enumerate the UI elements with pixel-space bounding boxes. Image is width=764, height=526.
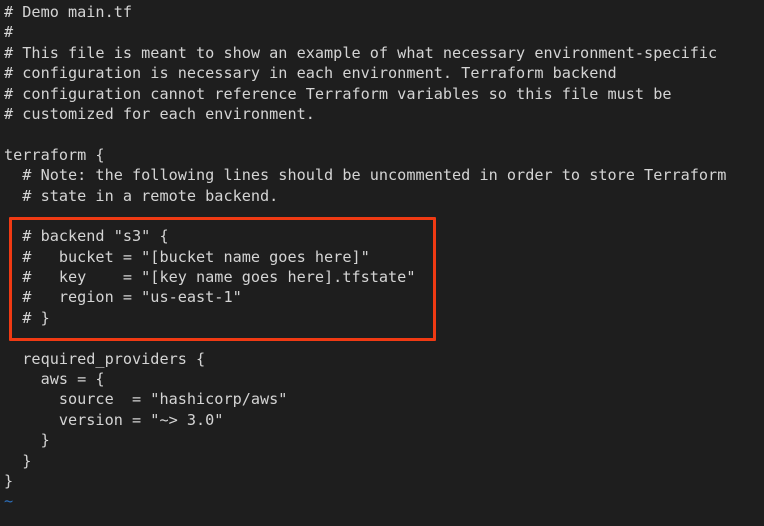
code-line: source = "hashicorp/aws" [4, 390, 288, 409]
terminal-editor-screen: # Demo main.tf # # This file is meant to… [0, 0, 764, 526]
empty-line-marker: ~ [4, 492, 14, 511]
code-line: # configuration is necessary in each env… [4, 64, 617, 83]
code-line: # [4, 23, 14, 42]
code-line: # state in a remote backend. [4, 186, 279, 205]
code-line: # } [4, 308, 50, 327]
code-line: # configuration cannot reference Terrafo… [4, 84, 672, 103]
code-line: } [4, 471, 14, 490]
code-line: } [4, 451, 32, 470]
code-line: # backend "s3" { [4, 227, 169, 246]
code-line: # This file is meant to show an example … [4, 43, 718, 62]
code-line: version = "~> 3.0" [4, 410, 224, 429]
code-line: # bucket = "[bucket name goes here]" [4, 247, 370, 266]
code-editor-buffer[interactable]: # Demo main.tf # # This file is meant to… [0, 0, 764, 526]
code-line: # Demo main.tf [4, 3, 133, 21]
code-line: # Note: the following lines should be un… [4, 166, 727, 185]
code-line: terraform { [4, 145, 105, 164]
code-line: } [4, 431, 50, 450]
code-line: required_providers { [4, 349, 206, 368]
code-line: # customized for each environment. [4, 104, 315, 123]
code-line: # region = "us-east-1" [4, 288, 242, 307]
code-line: # key = "[key name goes here].tfstate" [4, 268, 416, 287]
code-line: aws = { [4, 370, 105, 389]
